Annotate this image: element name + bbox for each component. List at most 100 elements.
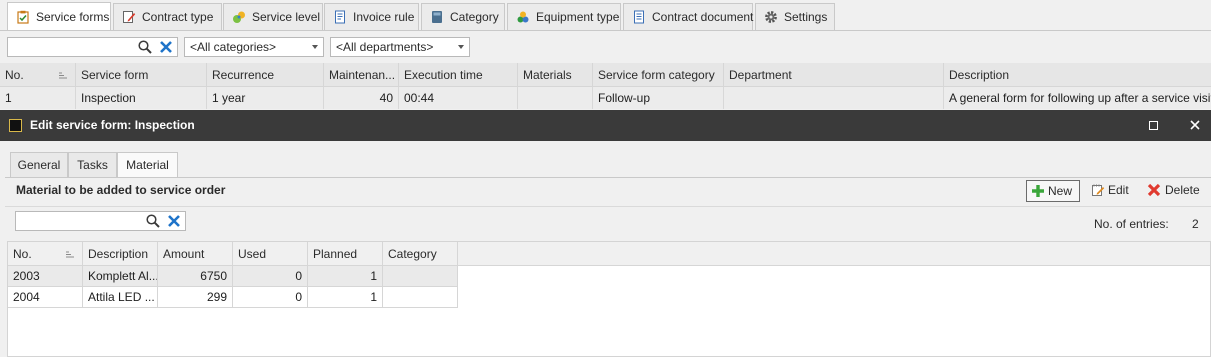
column-header-category[interactable]: Category [383,242,458,266]
cell-service-form: Inspection [76,87,207,109]
tab-service-forms[interactable]: Service forms [7,2,111,31]
edit-button-label: Edit [1108,183,1129,197]
panel-divider [5,206,1211,207]
sort-icon [66,251,74,258]
dialog-tab-material[interactable]: Material [117,152,178,178]
tab-label: Service forms [36,10,110,24]
column-header-used[interactable]: Used [233,242,308,266]
search-icon[interactable] [145,213,161,229]
cell-category [383,266,458,286]
plus-icon [1032,185,1044,197]
column-header-description[interactable]: Description [944,63,1211,86]
tab-contract-type[interactable]: Contract type [113,3,222,30]
entries-count-value: 2 [1192,217,1199,231]
cell-no: 2004 [8,287,83,307]
dialog-title-bar: Edit service form: Inspection [0,110,1211,141]
column-header-materials[interactable]: Materials [518,63,593,86]
new-button[interactable]: New [1026,180,1080,202]
chevron-down-icon [312,45,318,49]
cell-planned: 1 [308,287,383,307]
column-header-recurrence[interactable]: Recurrence [207,63,324,86]
tab-equipment-type[interactable]: Equipment type [507,3,621,30]
clear-search-icon[interactable] [167,214,181,228]
sort-icon [59,72,67,79]
cell-used: 0 [233,266,308,286]
entries-count-label: No. of entries: [1094,217,1169,231]
tab-label: Invoice rule [353,10,415,24]
tab-settings[interactable]: Settings [755,3,835,30]
tab-category[interactable]: Category [421,3,505,30]
cell-description: Komplett Al... [83,266,158,286]
material-panel: Material to be added to service order Ne… [5,178,1211,357]
chevron-down-icon [458,45,464,49]
column-header-department[interactable]: Department [724,63,944,86]
cell-no: 1 [0,87,76,109]
cell-used: 0 [233,287,308,307]
search-input[interactable] [10,39,135,55]
cell-amount: 299 [158,287,233,307]
gear-icon [765,11,777,23]
tab-label: Category [450,10,499,24]
table-row[interactable]: 2003 Komplett Al... 6750 0 1 [8,266,458,287]
delete-button-label: Delete [1165,183,1200,197]
cell-no: 2003 [8,266,83,286]
edit-button[interactable]: Edit [1089,180,1141,202]
tab-bar-divider [0,30,1211,31]
service-level-icon [233,11,245,23]
delete-icon [1147,183,1161,197]
close-icon[interactable] [1189,119,1201,131]
tab-label: Settings [784,10,828,24]
column-header-amount[interactable]: Amount [158,242,233,266]
document-edit-icon [123,11,136,23]
dialog-tab-general[interactable]: General [10,152,68,177]
material-grid: No. Description Amount Used Planned Cate… [7,241,1211,357]
category-book-icon [432,11,442,23]
tab-invoice-rule[interactable]: Invoice rule [324,3,419,30]
column-header-maintenance[interactable]: Maintenan... [324,63,399,86]
delete-button[interactable]: Delete [1146,180,1208,202]
cell-maintenance: 40 [324,87,399,109]
department-filter-value: <All departments> [336,40,434,54]
cell-execution-time: 00:44 [399,87,518,109]
column-header-service-form-category[interactable]: Service form category [593,63,724,86]
cell-description: A general form for following up after a … [949,91,1211,105]
service-forms-grid-header: No. Service form Recurrence Maintenan...… [0,63,1211,87]
cell-description: Attila LED ... [83,287,158,307]
table-row[interactable]: 1 Inspection 1 year 40 00:44 Follow-up A… [0,87,1211,109]
table-row[interactable]: 2004 Attila LED ... 299 0 1 [8,287,458,308]
new-button-label: New [1048,184,1073,198]
column-header-service-form[interactable]: Service form [76,63,207,86]
equipment-icon [517,11,529,23]
category-filter-value: <All categories> [190,40,277,54]
clear-search-icon[interactable] [159,40,173,54]
cell-amount: 6750 [158,266,233,286]
material-search-input[interactable] [18,213,143,229]
invoice-icon [335,10,345,24]
filter-toolbar: <All categories> <All departments> [0,32,1211,63]
tab-service-level[interactable]: Service level [223,3,323,30]
maximize-button[interactable] [1149,121,1158,130]
tab-label: Contract type [142,10,214,24]
contract-document-icon [634,10,644,24]
clipboard-check-icon [17,10,29,24]
department-filter-select[interactable]: <All departments> [330,37,470,57]
cell-recurrence: 1 year [207,87,324,109]
column-header-execution-time[interactable]: Execution time [399,63,518,86]
tab-label: Service level [252,10,321,24]
cell-planned: 1 [308,266,383,286]
tab-contract-document[interactable]: Contract document [623,3,753,30]
cell-category [383,287,458,307]
category-filter-select[interactable]: <All categories> [184,37,324,57]
material-grid-header: No. Description Amount Used Planned Cate… [8,242,1210,266]
column-header-planned[interactable]: Planned [308,242,383,266]
column-header-no[interactable]: No. [8,242,83,266]
search-icon[interactable] [137,39,153,55]
column-header-no[interactable]: No. [0,63,76,86]
panel-caption: Material to be added to service order [16,183,226,197]
column-header-description[interactable]: Description [83,242,158,266]
dialog-tab-tasks[interactable]: Tasks [68,152,117,177]
edit-icon [1092,184,1105,196]
app-icon [9,119,22,132]
cell-department [724,87,944,109]
cell-service-form-category: Follow-up [593,87,724,109]
